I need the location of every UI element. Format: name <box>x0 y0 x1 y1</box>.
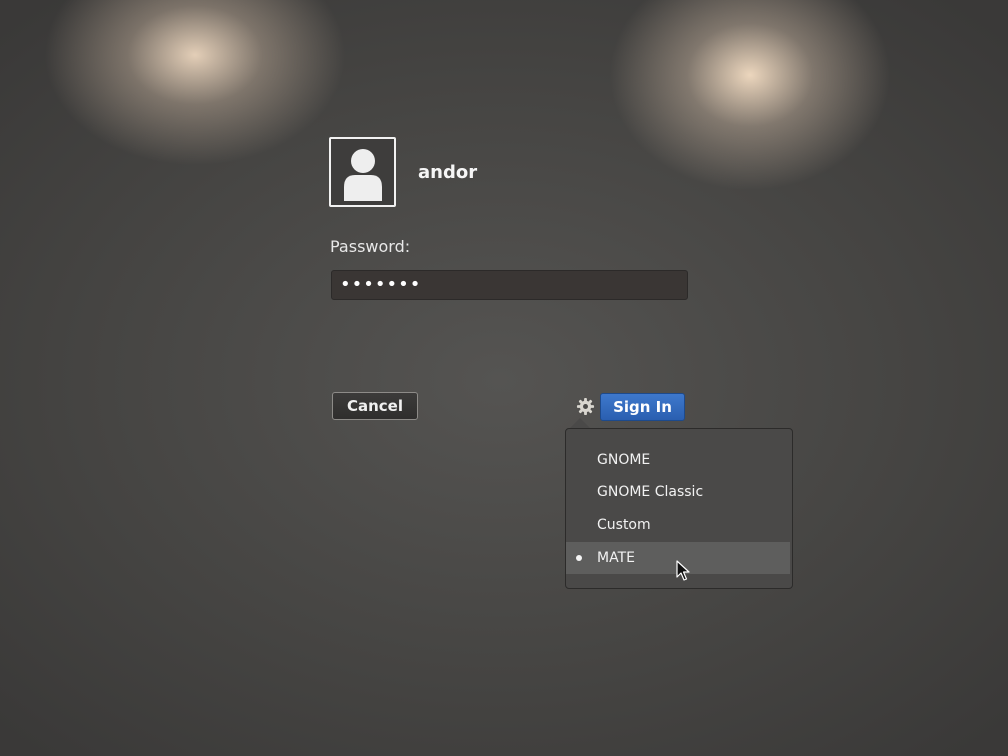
password-input[interactable]: ••••••• <box>331 270 688 300</box>
session-option-custom[interactable]: Custom <box>566 509 790 541</box>
cancel-button[interactable]: Cancel <box>332 392 418 420</box>
session-option-label: MATE <box>597 550 635 566</box>
user-silhouette-icon <box>331 139 394 205</box>
username: andor <box>418 162 478 183</box>
mouse-pointer-icon <box>676 560 690 581</box>
sign-in-button[interactable]: Sign In <box>600 393 685 421</box>
session-option-gnome-classic[interactable]: GNOME Classic <box>566 476 790 508</box>
session-option-gnome[interactable]: GNOME <box>566 444 790 476</box>
session-option-label: Custom <box>597 517 651 533</box>
gear-icon[interactable] <box>576 397 595 416</box>
session-option-label: GNOME Classic <box>597 484 704 500</box>
user-avatar <box>329 137 396 207</box>
selected-bullet-icon <box>576 555 582 561</box>
desktop-background <box>0 0 1008 756</box>
session-option-label: GNOME <box>597 452 651 468</box>
password-label: Password: <box>330 237 411 256</box>
